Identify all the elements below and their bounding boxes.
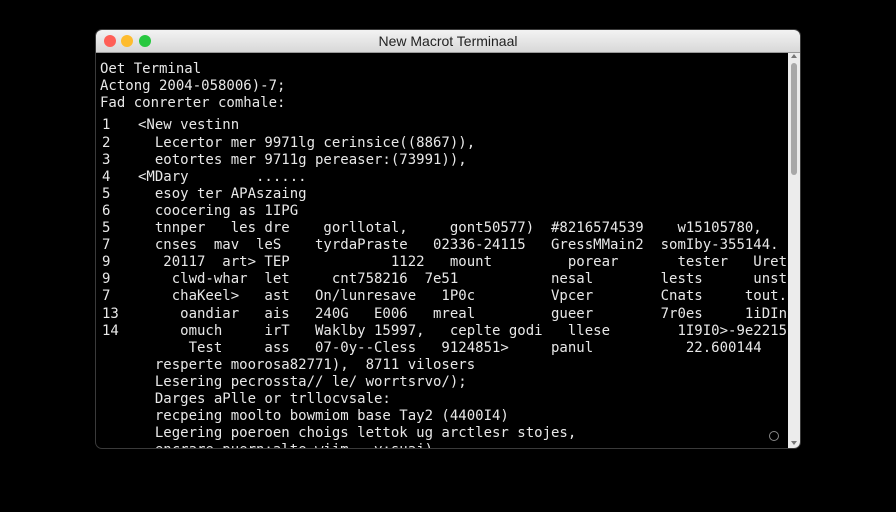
line-number: 7 — [102, 237, 111, 254]
scrollbar-thumb[interactable] — [791, 63, 797, 175]
output-line: <New vestinn — [138, 117, 240, 134]
vertical-scrollbar[interactable] — [788, 53, 800, 448]
header-line: Fad conrerter comhale: — [100, 95, 286, 112]
line-number: 6 — [102, 202, 111, 219]
header-line: Oet Terminal — [100, 61, 202, 77]
output-line: chaKeel> ast On/lunresave 1P0c Vpcer Cna… — [138, 288, 788, 305]
output-line: eotortes mer 9711g pereaser:(73991)), — [138, 151, 467, 168]
output-line: 20117 art> TEP 1122 mount porear tester … — [138, 254, 796, 271]
output-line: resperte moorosa82771), 8711 vilosers — [138, 356, 476, 373]
output-line: Darges aPlle or trllocvsale: — [138, 391, 391, 408]
window-title: New Macrot Terminaal — [378, 33, 518, 49]
line-number: 13 — [102, 305, 119, 322]
line-number: 3 — [102, 151, 111, 168]
output-line: esoy ter APAszaing — [138, 185, 307, 202]
line-number: 7 — [102, 288, 111, 305]
line-number: 5 — [102, 220, 111, 237]
line-number: 1 — [102, 117, 111, 134]
line-number: 2 — [102, 134, 111, 151]
line-number: 5 — [102, 185, 111, 202]
line-number: 9 — [102, 271, 111, 288]
terminal-output[interactable]: Oet Terminal Actong 2004-058006)-7; Fad co… — [96, 53, 795, 448]
output-line: Lesering pecrossta// le/ worrtsrvo/); — [138, 373, 467, 390]
output-line: Legering poeroen choigs lettok ug arctle… — [138, 425, 577, 442]
output-line: cnses mav leS tyrdaPraste 02336-24115 Gr… — [138, 237, 779, 254]
output-line: omuch irT Waklby 15997, ceplte godi lles… — [138, 322, 788, 339]
output-line: encrare puern:alte wiim, y:suaj) — [138, 442, 433, 448]
output-line: clwd-whar let cnt758216 7e51 nesal lests… — [138, 271, 796, 288]
output-line: tnnper les dre gorllotal, gont50577) #82… — [138, 220, 762, 237]
scroll-up-icon[interactable] — [791, 54, 797, 58]
line-number: 4 — [102, 168, 111, 185]
line-number: 14 — [102, 322, 119, 339]
output-line: coocering as 1IPG — [138, 202, 299, 219]
title-bar[interactable]: New Macrot Terminaal — [96, 30, 800, 53]
header-line: Actong 2004-058006)-7; — [100, 78, 286, 95]
output-line: recpeing moolto bowmiom base Tay2 (4400I… — [138, 408, 509, 425]
scroll-down-icon[interactable] — [791, 441, 797, 445]
output-line: Lecertor mer 9971lg cerinsice((8867)), — [138, 134, 476, 151]
terminal-window: New Macrot Terminaal Oet Terminal Actong … — [96, 30, 800, 448]
output-line: <MDary ...... — [138, 168, 307, 185]
line-number: 9 — [102, 254, 111, 271]
output-line: oandiar ais 240G E006 mreal gueer 7r0es … — [138, 305, 788, 322]
resize-icon[interactable] — [769, 431, 779, 441]
output-line: Test ass 07-0y--Cless 9124851> panul 22.… — [138, 339, 762, 356]
